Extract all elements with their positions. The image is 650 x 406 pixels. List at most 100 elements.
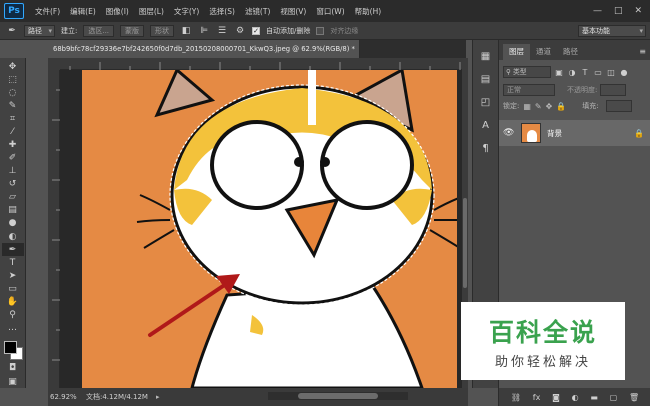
dodge-icon[interactable]: ◐	[2, 230, 24, 243]
properties-panel-icon[interactable]: ▤	[477, 69, 495, 89]
path-operations-icon[interactable]: ◧	[180, 25, 192, 37]
path-arrangement-icon[interactable]: ☰	[216, 25, 228, 37]
filter-shape-icon[interactable]: ▭	[593, 67, 603, 77]
clone-stamp-icon[interactable]: ⊥	[2, 165, 24, 178]
eraser-icon[interactable]: ▱	[2, 191, 24, 204]
healing-icon[interactable]: ✚	[2, 138, 24, 151]
layer-row-background[interactable]: 👁 背景 🔒	[499, 120, 650, 146]
cartoon-cat-image[interactable]	[82, 70, 457, 388]
tab-paths[interactable]: 路径	[557, 44, 584, 60]
adjustments-panel-icon[interactable]: ◰	[477, 92, 495, 112]
settings-gear-icon[interactable]: ⚙	[234, 25, 246, 37]
history-brush-icon[interactable]: ↺	[2, 178, 24, 191]
filter-type-icon[interactable]: T	[580, 67, 590, 77]
menu-help[interactable]: 帮助(H)	[350, 6, 387, 17]
foreground-color-swatch[interactable]	[3, 340, 17, 354]
visibility-eye-icon[interactable]: 👁	[503, 128, 517, 138]
menu-select[interactable]: 选择(S)	[204, 6, 240, 17]
pen-mode-select[interactable]: 路径	[24, 24, 55, 37]
new-group-icon[interactable]: ▬	[590, 393, 598, 402]
adjustment-layer-icon[interactable]: ◐	[572, 393, 579, 402]
color-swatches[interactable]	[2, 339, 24, 362]
vertical-ruler[interactable]	[48, 70, 60, 388]
path-alignment-icon[interactable]: ⊫	[198, 25, 210, 37]
menu-type[interactable]: 文字(Y)	[169, 6, 204, 17]
lasso-icon[interactable]: ◌	[2, 86, 24, 99]
move-icon[interactable]: ✥	[2, 60, 24, 73]
delete-layer-icon[interactable]: 🗑	[629, 393, 639, 402]
filter-adjustment-icon[interactable]: ◑	[567, 67, 577, 77]
document-size: 文档:4.12M/4.12M	[86, 393, 148, 401]
filter-toggle-icon[interactable]: ●	[619, 67, 629, 77]
blur-icon[interactable]: ●	[2, 217, 24, 230]
layer-thumbnail	[521, 123, 541, 143]
zoom-level[interactable]: 62.92%	[48, 393, 82, 401]
add-mask-icon[interactable]: ◙	[552, 393, 560, 402]
history-panel-icon[interactable]: ▦	[477, 46, 495, 66]
vertical-scroll-thumb[interactable]	[463, 198, 467, 288]
menu-window[interactable]: 窗口(W)	[311, 6, 349, 17]
pen-icon[interactable]: ✒	[1, 243, 24, 257]
minimize-button[interactable]: —	[593, 6, 602, 16]
rectangle-icon[interactable]: ▭	[2, 282, 24, 295]
paragraph-panel-icon[interactable]: ¶	[477, 138, 495, 158]
screen-mode-icon[interactable]: ▣	[2, 375, 24, 388]
blend-mode-select[interactable]: 正常	[503, 84, 555, 96]
gradient-icon[interactable]: ▤	[2, 204, 24, 217]
menu-layer[interactable]: 图层(L)	[134, 6, 169, 17]
quick-select-icon[interactable]: ✎	[2, 99, 24, 112]
link-layers-icon[interactable]: ⛓	[511, 393, 521, 402]
layer-style-icon[interactable]: fx	[533, 393, 541, 402]
tab-channels[interactable]: 通道	[530, 44, 557, 60]
layer-filter-row: ⚲ 类型 ▣ ◑ T ▭ ◫ ●	[499, 64, 650, 80]
filter-smart-object-icon[interactable]: ◫	[606, 67, 616, 77]
window-controls: — □ ✕	[593, 6, 650, 16]
menu-image[interactable]: 图像(I)	[101, 6, 134, 17]
layer-filter-select[interactable]: ⚲ 类型	[503, 66, 551, 78]
make-shape-button[interactable]: 形状	[150, 24, 175, 37]
lock-image-icon[interactable]: ✎	[535, 102, 542, 111]
maximize-button[interactable]: □	[614, 6, 623, 16]
menu-filter[interactable]: 滤镜(T)	[240, 6, 275, 17]
lock-transparent-icon[interactable]: ▦	[523, 102, 531, 111]
crop-icon[interactable]: ⌗	[2, 112, 24, 125]
hand-icon[interactable]: ✋	[2, 295, 24, 308]
opacity-field[interactable]	[600, 84, 627, 96]
more-tools-icon[interactable]: …	[2, 322, 24, 335]
path-select-icon[interactable]: ➤	[2, 269, 24, 282]
character-panel-icon[interactable]: A	[477, 115, 495, 135]
auto-add-delete-checkbox[interactable]: ✓	[252, 26, 261, 35]
menu-view[interactable]: 视图(V)	[275, 6, 311, 17]
filter-pixel-icon[interactable]: ▣	[554, 67, 564, 77]
quick-mask-icon[interactable]: ◘	[2, 362, 24, 375]
type-icon[interactable]: T	[2, 256, 24, 269]
watermark-logo: 百科全说 助你轻松解决	[461, 302, 625, 380]
layers-panel-footer: ⛓ fx ◙ ◐ ▬ ▢ 🗑	[499, 388, 650, 406]
align-edges-checkbox[interactable]	[316, 26, 325, 35]
status-menu-arrow-icon[interactable]: ▸	[156, 393, 160, 401]
make-selection-button[interactable]: 选区...	[83, 24, 115, 37]
zoom-icon[interactable]: ⚲	[2, 308, 24, 321]
menu-file[interactable]: 文件(F)	[30, 6, 65, 17]
layers-panel-tabs: 图层 通道 路径 ≡	[499, 40, 650, 60]
eyedropper-icon[interactable]: ⁄	[2, 125, 24, 138]
lock-position-icon[interactable]: ✥	[546, 102, 553, 111]
menu-edit[interactable]: 编辑(E)	[65, 6, 101, 17]
lock-all-icon[interactable]: 🔒	[556, 102, 566, 111]
document-canvas[interactable]	[60, 70, 462, 388]
fill-field[interactable]	[605, 100, 632, 112]
make-mask-button[interactable]: 蒙版	[120, 24, 145, 37]
tab-layers[interactable]: 图层	[503, 44, 530, 60]
new-layer-icon[interactable]: ▢	[610, 393, 618, 402]
marquee-icon[interactable]: ⬚	[2, 73, 24, 86]
document-tab[interactable]: 68b9bfc78cf29336e7bf242650f0d7db_2015020…	[48, 40, 360, 58]
panel-menu-icon[interactable]: ≡	[639, 47, 650, 60]
pen-tool-preset-icon[interactable]: ✒	[6, 25, 18, 37]
close-window-button[interactable]: ✕	[634, 6, 642, 16]
brush-icon[interactable]: ✐	[2, 152, 24, 165]
horizontal-scrollbar[interactable]	[268, 392, 408, 400]
horizontal-scroll-thumb[interactable]	[298, 393, 378, 399]
align-edges-label: 对齐边缘	[330, 26, 359, 35]
horizontal-ruler[interactable]	[60, 58, 462, 70]
workspace-select[interactable]: 基本功能	[578, 24, 646, 37]
